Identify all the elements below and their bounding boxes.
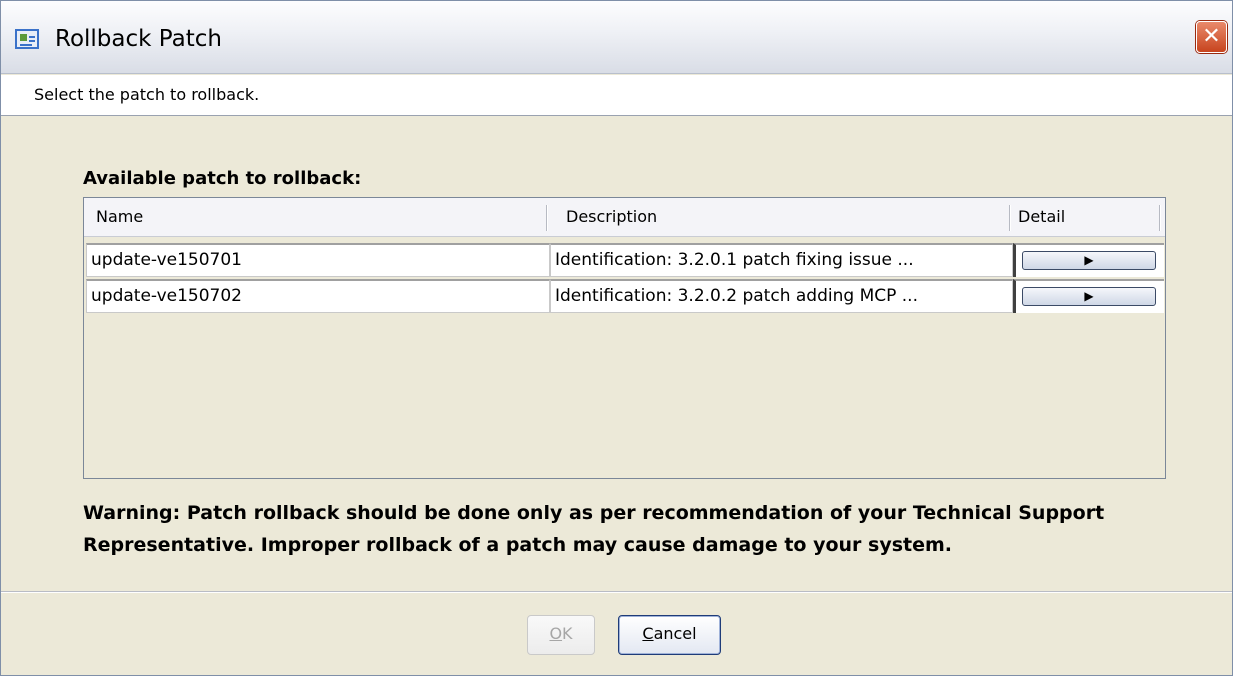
footer-divider [1,591,1232,593]
cancel-mnemonic: C [642,624,654,643]
warning-text: Warning: Patch rollback should be done o… [83,502,1105,556]
column-header-description[interactable]: Description [566,198,657,236]
instruction-text: Select the patch to rollback. [34,85,260,104]
instruction-panel: Select the patch to rollback. [1,75,1232,116]
ok-label-rest: K [562,624,573,643]
table-header: Name Description Detail [84,198,1165,237]
window-title: Rollback Patch [55,26,222,52]
column-header-detail[interactable]: Detail [1018,198,1065,236]
play-arrow-icon: ▶ [1084,253,1094,267]
detail-cell: ▶ [1013,279,1164,313]
close-button[interactable]: ✕ [1196,21,1227,53]
patch-table: Name Description Detail update-ve150701 … [83,197,1166,479]
table-label: Available patch to rollback: [83,168,362,189]
detail-button[interactable]: ▶ [1022,251,1156,270]
patch-name-cell[interactable]: update-ve150702 [86,279,550,313]
background-strip [0,676,1235,688]
detail-button[interactable]: ▶ [1022,287,1156,306]
ok-mnemonic: O [549,624,563,643]
table-row[interactable]: update-ve150701 Identification: 3.2.0.1 … [84,243,1165,279]
patch-description-cell[interactable]: Identification: 3.2.0.2 patch adding MCP… [550,279,1013,313]
column-divider [1159,205,1161,231]
column-header-name[interactable]: Name [96,198,143,236]
detail-cell: ▶ [1013,243,1164,277]
column-divider [546,205,548,231]
window-app-icon [15,29,39,49]
patch-name-cell[interactable]: update-ve150701 [86,243,550,277]
patch-description-cell[interactable]: Identification: 3.2.0.1 patch fixing iss… [550,243,1013,277]
ok-button[interactable]: OK [527,615,595,655]
cancel-button[interactable]: Cancel [618,615,721,655]
rollback-patch-dialog: Rollback Patch ✕ Select the patch to rol… [0,0,1233,676]
column-divider [1009,205,1011,231]
play-arrow-icon: ▶ [1084,289,1094,303]
cancel-label-rest: ancel [653,624,697,643]
title-bar: Rollback Patch ✕ [1,1,1232,74]
table-row[interactable]: update-ve150702 Identification: 3.2.0.2 … [84,279,1165,315]
